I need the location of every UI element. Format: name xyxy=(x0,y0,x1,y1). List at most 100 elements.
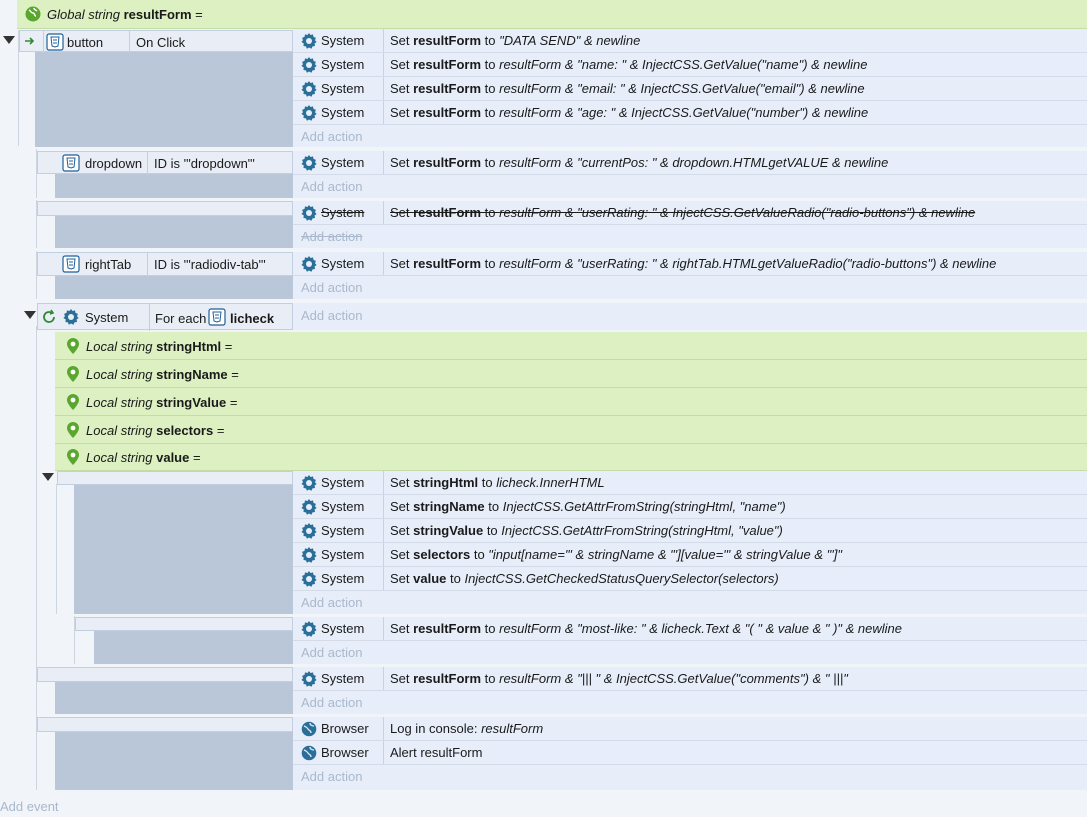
local-variable-row[interactable]: Local string value = xyxy=(55,444,1087,471)
gear-icon xyxy=(301,57,317,76)
action-text: Set selectors to "input[name='" & string… xyxy=(390,547,842,562)
action-row[interactable]: Browser Alert resultForm xyxy=(293,741,1087,765)
action-object: System xyxy=(321,571,365,586)
event-condition-empty[interactable] xyxy=(57,471,293,485)
add-action-button[interactable]: Add action xyxy=(293,125,1087,147)
add-action-button[interactable]: Add action xyxy=(293,641,1087,664)
event-condition-righttab[interactable]: rightTab ID is '"radiodiv-tab"' xyxy=(37,252,293,277)
action-text: Set resultForm to resultForm & "||| " & … xyxy=(390,671,848,686)
action-object: System xyxy=(321,205,365,220)
event-trigger-label: For each xyxy=(155,311,207,326)
action-text: Log in console: resultForm xyxy=(390,721,544,736)
action-row[interactable]: System Set resultForm to resultForm & "e… xyxy=(293,77,1087,101)
gear-icon xyxy=(301,547,317,566)
action-text: Alert resultForm xyxy=(390,745,483,760)
add-action-button[interactable]: Add action xyxy=(293,303,1087,330)
action-row[interactable]: Browser Log in console: resultForm xyxy=(293,717,1087,741)
action-object: System xyxy=(321,155,365,170)
action-object: System xyxy=(321,33,365,48)
event-block-bg xyxy=(74,485,293,614)
gear-icon xyxy=(301,671,317,690)
action-object: System xyxy=(321,256,365,271)
local-variable-row[interactable]: Local string stringName = xyxy=(55,360,1087,388)
event-condition-foreach[interactable]: System For each licheck xyxy=(37,303,293,331)
global-name: resultForm xyxy=(123,7,192,22)
event-object-name: System xyxy=(85,310,129,325)
local-variable-row[interactable]: Local string stringHtml = xyxy=(55,332,1087,360)
action-row[interactable]: System Set resultForm to resultForm & "a… xyxy=(293,101,1087,125)
browser-globe-icon xyxy=(301,721,317,740)
event-condition-button-onclick[interactable]: button On Click xyxy=(19,30,293,54)
event-condition-empty[interactable] xyxy=(37,667,293,682)
action-row[interactable]: System Set resultForm to resultForm & "u… xyxy=(293,252,1087,276)
action-row[interactable]: System Set resultForm to resultForm & "n… xyxy=(293,53,1087,77)
html-element-icon xyxy=(62,255,80,276)
action-text: Set resultForm to resultForm & "age: " &… xyxy=(390,105,869,120)
action-object: System xyxy=(321,57,365,72)
event-condition-empty[interactable] xyxy=(37,717,293,732)
event-condition-text: ID is '"dropdown"' xyxy=(154,156,255,171)
action-text: Set resultForm to resultForm & "userRati… xyxy=(390,256,997,271)
event-block-bg xyxy=(55,682,293,714)
add-action-button[interactable]: Add action xyxy=(293,765,1087,790)
action-row[interactable]: System Set stringName to InjectCSS.GetAt… xyxy=(293,495,1087,519)
loop-icon xyxy=(41,309,57,328)
action-row[interactable]: System Set resultForm to resultForm & "c… xyxy=(293,151,1087,175)
action-text: Set stringHtml to licheck.InnerHTML xyxy=(390,475,605,490)
event-condition-empty[interactable] xyxy=(75,617,293,631)
action-object: Browser xyxy=(321,745,369,760)
gear-icon xyxy=(63,309,79,328)
trigger-arrow-icon xyxy=(24,35,36,50)
gear-icon xyxy=(301,155,317,174)
gear-icon xyxy=(301,256,317,275)
event-object-name: rightTab xyxy=(85,257,132,272)
action-row[interactable]: System Set resultForm to resultForm & "m… xyxy=(293,617,1087,641)
gear-icon xyxy=(301,523,317,542)
action-object: System xyxy=(321,621,365,636)
gear-icon xyxy=(301,105,317,124)
add-action-button[interactable]: Add action xyxy=(293,225,1087,248)
collapse-triangle[interactable] xyxy=(3,36,15,44)
local-variable-row[interactable]: Local string stringValue = xyxy=(55,388,1087,416)
event-trigger-label: On Click xyxy=(136,35,186,50)
action-object: System xyxy=(321,671,365,686)
html-element-icon xyxy=(208,308,226,329)
local-variable-row[interactable]: Local string selectors = xyxy=(55,416,1087,444)
add-action-button[interactable]: Add action xyxy=(293,691,1087,714)
globe-icon xyxy=(25,6,41,25)
action-row[interactable]: System Set resultForm to "DATA SEND" & n… xyxy=(293,29,1087,53)
event-block-bg xyxy=(35,52,293,147)
action-object: System xyxy=(321,475,365,490)
disabled-action-row[interactable]: System Set resultForm to resultForm & "u… xyxy=(293,201,1087,225)
html-element-icon xyxy=(46,33,64,54)
action-text: Set value to InjectCSS.GetCheckedStatusQ… xyxy=(390,571,779,586)
event-condition-dropdown[interactable]: dropdown ID is '"dropdown"' xyxy=(37,151,293,175)
action-row[interactable]: System Set stringValue to InjectCSS.GetA… xyxy=(293,519,1087,543)
action-row[interactable]: System Set resultForm to resultForm & "|… xyxy=(293,667,1087,691)
action-row[interactable]: System Set stringHtml to licheck.InnerHT… xyxy=(293,471,1087,495)
action-text: Set resultForm to resultForm & "most-lik… xyxy=(390,621,902,636)
event-condition-empty[interactable] xyxy=(37,201,293,216)
action-text: Set resultForm to resultForm & "userRati… xyxy=(390,205,976,220)
html-element-icon xyxy=(62,154,80,175)
location-pin-icon xyxy=(67,366,79,385)
action-text: Set resultForm to "DATA SEND" & newline xyxy=(390,33,641,48)
action-object: System xyxy=(321,105,365,120)
add-action-button[interactable]: Add action xyxy=(293,276,1087,299)
location-pin-icon xyxy=(67,394,79,413)
action-text: Set stringName to InjectCSS.GetAttrFromS… xyxy=(390,499,786,514)
add-action-button[interactable]: Add action xyxy=(293,175,1087,198)
event-block-bg xyxy=(55,174,293,198)
collapse-triangle[interactable] xyxy=(24,311,36,319)
location-pin-icon xyxy=(67,449,79,468)
add-event-button[interactable]: Add event xyxy=(0,797,59,817)
action-text: Set resultForm to resultForm & "name: " … xyxy=(390,57,868,72)
action-object: System xyxy=(321,81,365,96)
collapse-triangle[interactable] xyxy=(42,473,54,481)
action-row[interactable]: System Set value to InjectCSS.GetChecked… xyxy=(293,567,1087,591)
event-block-bg xyxy=(55,732,293,790)
action-row[interactable]: System Set selectors to "input[name='" &… xyxy=(293,543,1087,567)
global-variable-row[interactable]: Global string resultForm = xyxy=(17,0,1087,29)
add-action-button[interactable]: Add action xyxy=(293,591,1087,614)
gear-icon xyxy=(301,571,317,590)
